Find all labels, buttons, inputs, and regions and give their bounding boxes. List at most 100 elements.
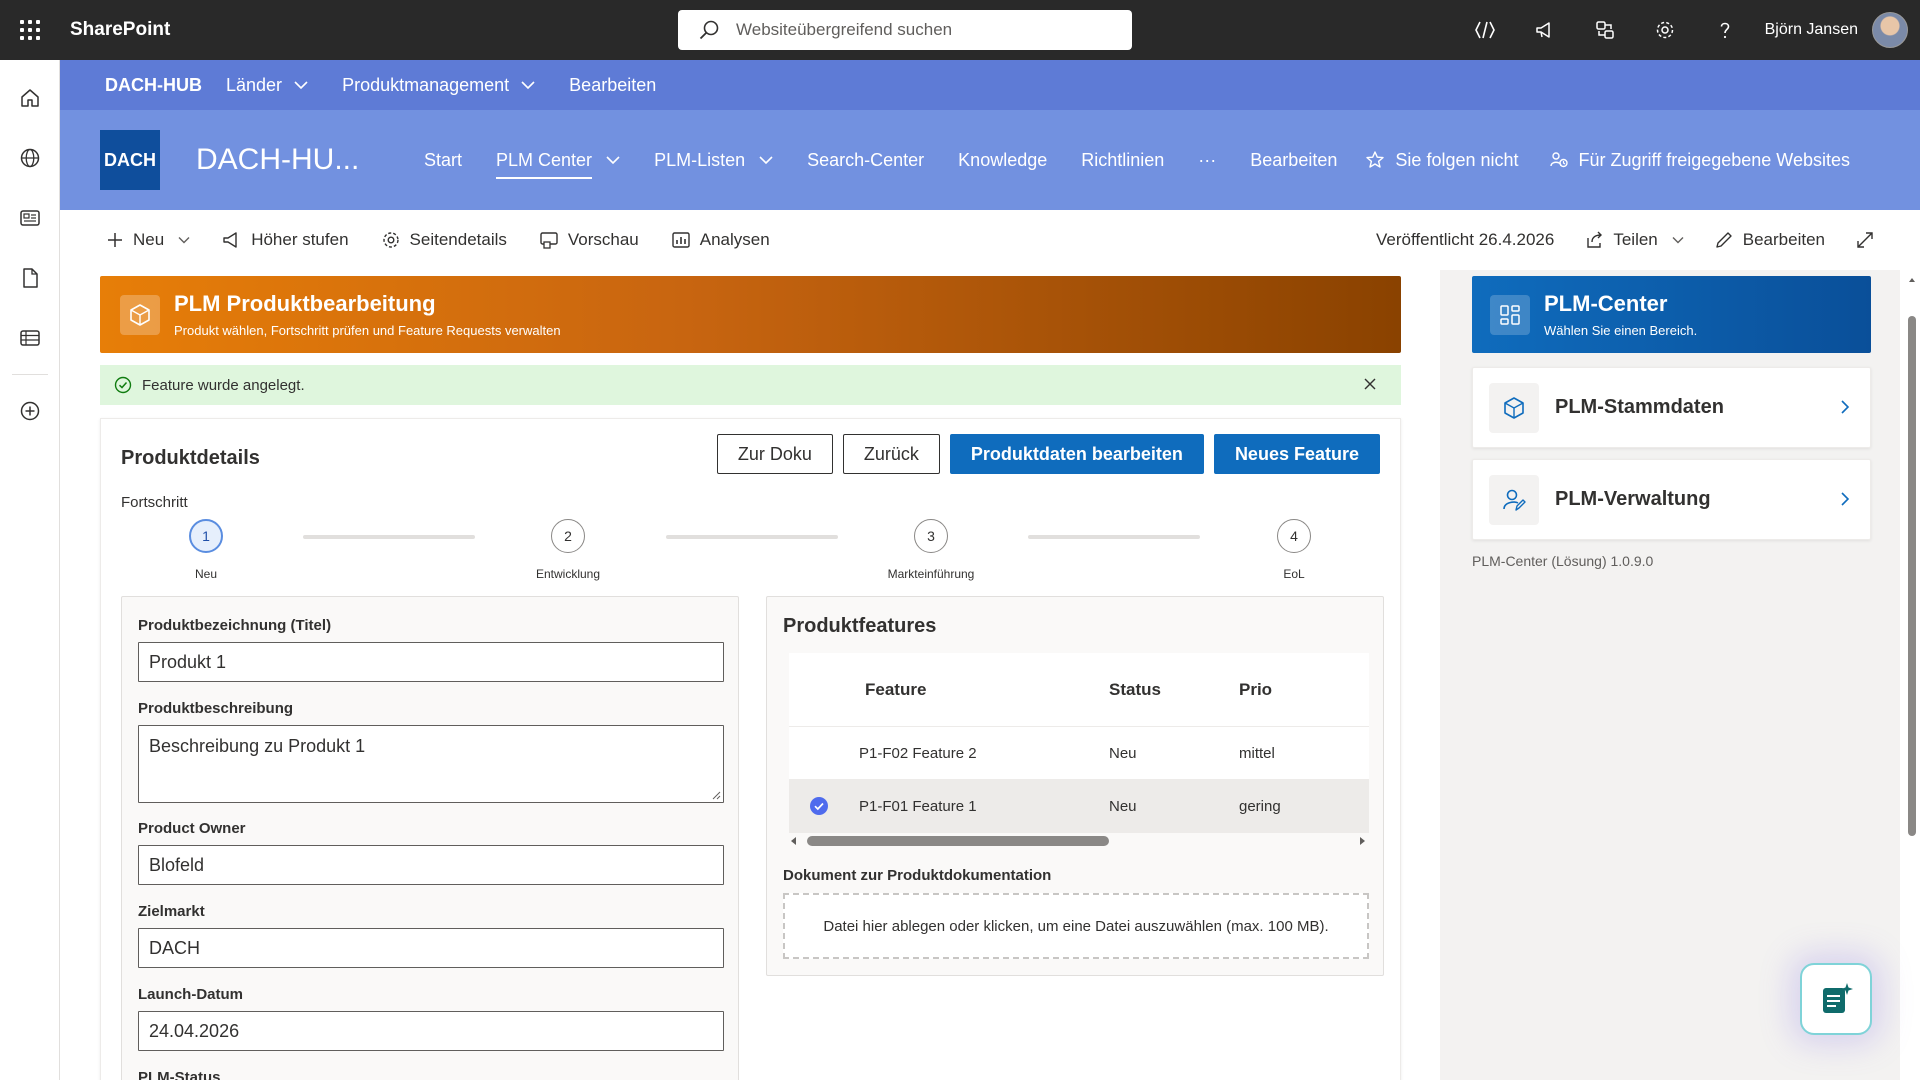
nav-item-plm-center[interactable]: PLM Center xyxy=(496,110,620,210)
column-header-feature[interactable]: Feature xyxy=(849,680,1109,700)
launch-date-input[interactable]: 24.04.2026 xyxy=(138,1011,724,1051)
share-label: Teilen xyxy=(1613,230,1658,249)
step-label: Markteinführung xyxy=(887,567,975,581)
column-header-prio[interactable]: Prio xyxy=(1239,680,1349,700)
more-icon: ··· xyxy=(1198,149,1217,170)
analytics-button[interactable]: Analysen xyxy=(671,230,770,250)
nav-item-plm-listen[interactable]: PLM-Listen xyxy=(654,110,773,210)
plm-verwaltung-tile[interactable]: PLM-Verwaltung xyxy=(1472,459,1871,540)
row-checkbox[interactable] xyxy=(789,796,849,816)
scroll-left-icon[interactable] xyxy=(789,836,799,846)
scrollbar-thumb[interactable] xyxy=(1908,316,1916,836)
nav-label: PLM-Listen xyxy=(654,149,746,170)
news-icon[interactable] xyxy=(6,194,54,242)
share-button[interactable]: Teilen xyxy=(1584,230,1684,250)
scrollbar-thumb[interactable] xyxy=(807,836,1109,846)
description-textarea[interactable]: Beschreibung zu Produkt 1 xyxy=(138,725,724,803)
add-circle-icon[interactable] xyxy=(6,387,54,435)
edit-product-button[interactable]: Produktdaten bearbeiten xyxy=(949,434,1204,474)
avatar[interactable] xyxy=(1872,12,1908,48)
app-name[interactable]: SharePoint xyxy=(70,19,170,41)
file-dropzone[interactable]: Datei hier ablegen oder klicken, um eine… xyxy=(783,893,1369,959)
home-icon[interactable] xyxy=(6,74,54,122)
step-connector xyxy=(666,535,838,539)
step-neu[interactable]: 1 Neu xyxy=(146,519,266,581)
code-icon[interactable] xyxy=(1455,0,1515,60)
app-launcher-button[interactable] xyxy=(0,0,60,60)
nav-label: Richtlinien xyxy=(1081,149,1165,170)
follow-button[interactable]: Sie folgen nicht xyxy=(1365,150,1519,171)
page-details-button[interactable]: Seitendetails xyxy=(381,230,507,250)
connections-icon[interactable] xyxy=(1575,0,1635,60)
resize-handle-icon[interactable] xyxy=(711,790,721,800)
title-label: Produktbezeichnung (Titel) xyxy=(138,617,332,634)
preview-button[interactable]: Vorschau xyxy=(539,230,639,250)
shared-sites-button[interactable]: Für Zugriff freigegebene Websites xyxy=(1549,150,1850,171)
horizontal-scrollbar[interactable] xyxy=(789,833,1369,849)
features-table: Feature Status Prio P1-F02 Feature 2 Neu… xyxy=(789,653,1369,833)
doc-button[interactable]: Zur Doku xyxy=(716,434,833,474)
scroll-right-icon[interactable] xyxy=(1357,836,1367,846)
step-entwicklung[interactable]: 2 Entwicklung xyxy=(508,519,628,581)
description-label: Produktbeschreibung xyxy=(138,700,294,717)
hub-item-label: Produktmanagement xyxy=(342,74,510,95)
hub-item-produktmanagement[interactable]: Produktmanagement xyxy=(342,75,535,96)
hub-item-bearbeiten[interactable]: Bearbeiten xyxy=(569,75,656,96)
features-panel: Produktfeatures Feature Status Prio P1-F… xyxy=(766,596,1384,976)
product-details-card: Produktdetails Zur Doku Zurück Produktda… xyxy=(100,418,1401,1080)
nav-item-bearbeiten[interactable]: Bearbeiten xyxy=(1250,110,1337,210)
table-row[interactable]: P1-F02 Feature 2 Neu mittel xyxy=(789,727,1369,780)
nav-item-start[interactable]: Start xyxy=(424,110,462,210)
document-icon[interactable] xyxy=(6,254,54,302)
site-logo[interactable]: DACH xyxy=(100,130,160,190)
dashboard-icon xyxy=(1490,294,1530,335)
tile-label: PLM-Verwaltung xyxy=(1555,488,1711,510)
close-icon[interactable] xyxy=(1363,377,1377,391)
scroll-up-icon[interactable] xyxy=(1908,276,1916,284)
nav-item-richtlinien[interactable]: Richtlinien xyxy=(1081,110,1164,210)
step-eol[interactable]: 4 EoL xyxy=(1234,519,1354,581)
user-name[interactable]: Björn Jansen xyxy=(1765,21,1858,39)
cube-icon xyxy=(1489,382,1539,433)
progress-label: Fortschritt xyxy=(121,494,188,511)
chevron-right-icon xyxy=(1841,492,1850,506)
plm-center-tile[interactable]: PLM-Center Wählen Sie einen Bereich. xyxy=(1472,276,1871,353)
table-row[interactable]: P1-F01 Feature 1 Neu gering xyxy=(789,780,1369,833)
market-input[interactable]: DACH xyxy=(138,928,724,968)
help-icon[interactable] xyxy=(1695,0,1755,60)
nav-item-search-center[interactable]: Search-Center xyxy=(807,110,924,210)
tile-label: PLM-Stammdaten xyxy=(1555,396,1724,418)
new-feature-button[interactable]: Neues Feature xyxy=(1213,434,1380,474)
prio-cell: gering xyxy=(1239,797,1281,815)
list-icon[interactable] xyxy=(6,314,54,362)
waffle-icon xyxy=(20,20,40,40)
site-title[interactable]: DACH-HU... xyxy=(196,143,366,177)
title-input[interactable]: Produkt 1 xyxy=(138,642,724,682)
shared-sites-label: Für Zugriff freigegebene Websites xyxy=(1578,149,1850,170)
copilot-button[interactable] xyxy=(1800,963,1872,1035)
plm-stammdaten-tile[interactable]: PLM-Stammdaten xyxy=(1472,367,1871,448)
vertical-scrollbar[interactable] xyxy=(1904,270,1920,1080)
new-button[interactable]: Neu xyxy=(106,230,190,250)
promote-button[interactable]: Höher stufen xyxy=(222,230,349,250)
back-button[interactable]: Zurück xyxy=(842,434,940,474)
hub-title[interactable]: DACH-HUB xyxy=(105,75,202,96)
step-markteinfuehrung[interactable]: 3 Markteinführung xyxy=(871,519,991,581)
market-field-group: Zielmarkt DACH xyxy=(138,903,724,968)
owner-input[interactable]: Blofeld xyxy=(138,845,724,885)
hub-item-laender[interactable]: Länder xyxy=(226,75,308,96)
search-input[interactable]: Websiteübergreifend suchen xyxy=(678,10,1132,50)
edit-page-button[interactable]: Bearbeiten xyxy=(1714,230,1825,250)
table-header: Feature Status Prio xyxy=(789,653,1369,727)
nav-more-button[interactable]: ··· xyxy=(1198,110,1216,210)
step-connector xyxy=(303,535,475,539)
step-label: EoL xyxy=(1283,567,1305,581)
expand-button[interactable] xyxy=(1855,230,1884,250)
pencil-icon xyxy=(1716,232,1732,248)
analytics-icon xyxy=(672,232,690,248)
gear-icon[interactable] xyxy=(1635,0,1695,60)
globe-icon[interactable] xyxy=(6,134,54,182)
column-header-status[interactable]: Status xyxy=(1109,680,1239,700)
nav-item-knowledge[interactable]: Knowledge xyxy=(958,110,1047,210)
megaphone-icon[interactable] xyxy=(1515,0,1575,60)
